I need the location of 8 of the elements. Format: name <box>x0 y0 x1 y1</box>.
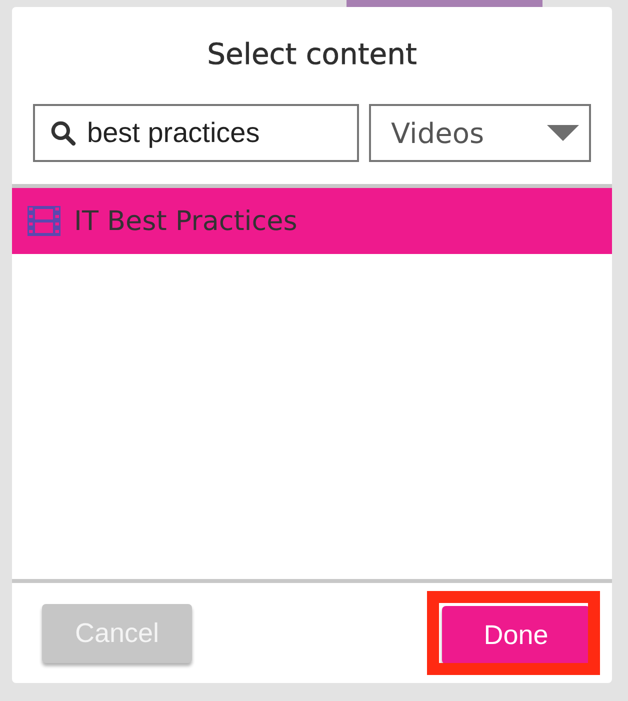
result-title: IT Best Practices <box>74 206 298 236</box>
search-field[interactable]: best practices <box>33 104 359 162</box>
dialog-title: Select content <box>206 37 418 73</box>
done-button[interactable]: Done <box>442 606 590 664</box>
film-icon <box>26 203 62 239</box>
filter-dropdown[interactable]: Videos <box>369 104 591 162</box>
caret-icon <box>547 125 579 141</box>
result-item[interactable]: IT Best Practices <box>12 188 612 254</box>
